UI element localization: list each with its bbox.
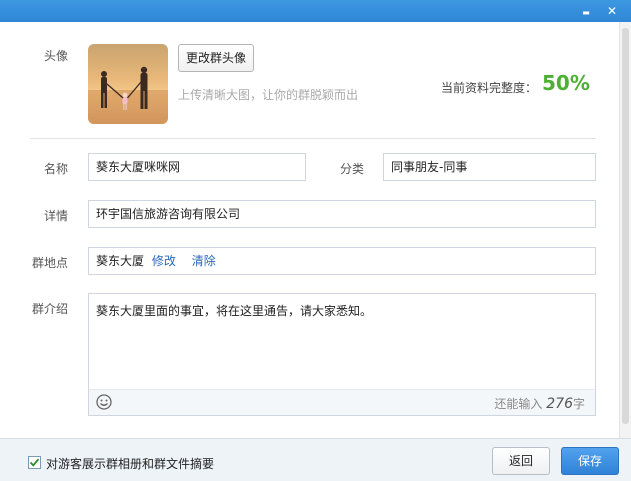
smiley-icon[interactable] <box>95 393 113 411</box>
location-label: 群地点 <box>31 256 68 270</box>
remaining-prefix: 还能输入 <box>494 397 543 411</box>
category-value: 同事朋友-同事 <box>391 160 468 174</box>
dialog-footer: 对游客展示群相册和群文件摘要 返回 保存 <box>0 438 631 481</box>
intro-text: 葵东大厦里面的事宜，将在这里通告，请大家悉知。 <box>96 304 373 318</box>
textarea-toolbar: 还能输入 276字 <box>89 389 595 415</box>
completeness-value: 50% <box>542 71 590 95</box>
close-icon: ✕ <box>606 4 618 18</box>
remaining-counter: 还能输入 276字 <box>494 395 585 412</box>
location-edit-link[interactable]: 修改 <box>152 254 176 268</box>
intro-label: 群介绍 <box>31 302 68 316</box>
checkmark-icon <box>29 458 40 467</box>
scrollbar-thumb[interactable] <box>622 28 629 424</box>
detail-label: 详情 <box>43 209 68 223</box>
vertical-scrollbar[interactable] <box>619 22 631 438</box>
section-divider <box>30 138 596 139</box>
sunset-family-photo <box>88 44 168 124</box>
avatar-label: 头像 <box>43 49 68 63</box>
show-album-checkbox[interactable] <box>28 456 41 469</box>
detail-input[interactable]: 环宇国信旅游咨询有限公司 <box>88 200 596 228</box>
location-value: 葵东大厦 <box>96 254 145 268</box>
intro-textarea[interactable]: 葵东大厦里面的事宜，将在这里通告，请大家悉知。 还能输入 276字 <box>88 293 596 416</box>
back-button[interactable]: 返回 <box>492 447 550 475</box>
location-field: 葵东大厦 修改 清除 <box>88 247 596 275</box>
completeness-label: 当前资料完整度： <box>441 81 538 95</box>
minimize-button[interactable]: ▬ <box>578 3 594 19</box>
avatar-hint: 上传清晰大图，让你的群脱颖而出 <box>178 88 359 102</box>
detail-value: 环宇国信旅游咨询有限公司 <box>96 207 241 221</box>
title-bar: ▬ ✕ <box>0 0 631 22</box>
save-button[interactable]: 保存 <box>561 447 619 475</box>
group-name-input[interactable]: 葵东大厦咪咪网 <box>88 153 306 181</box>
category-label: 分类 <box>339 162 364 176</box>
show-album-label: 对游客展示群相册和群文件摘要 <box>46 457 215 471</box>
group-name-value: 葵东大厦咪咪网 <box>96 160 181 174</box>
remaining-count: 276 <box>546 396 573 412</box>
category-select[interactable]: 同事朋友-同事 <box>383 153 596 181</box>
change-avatar-button[interactable]: 更改群头像 <box>178 44 254 72</box>
location-clear-link[interactable]: 清除 <box>192 254 216 268</box>
minimize-icon: ▬ <box>582 8 590 17</box>
name-label: 名称 <box>43 162 68 176</box>
remaining-suffix: 字 <box>572 397 585 411</box>
group-avatar-image[interactable] <box>88 44 168 124</box>
close-button[interactable]: ✕ <box>604 3 620 19</box>
